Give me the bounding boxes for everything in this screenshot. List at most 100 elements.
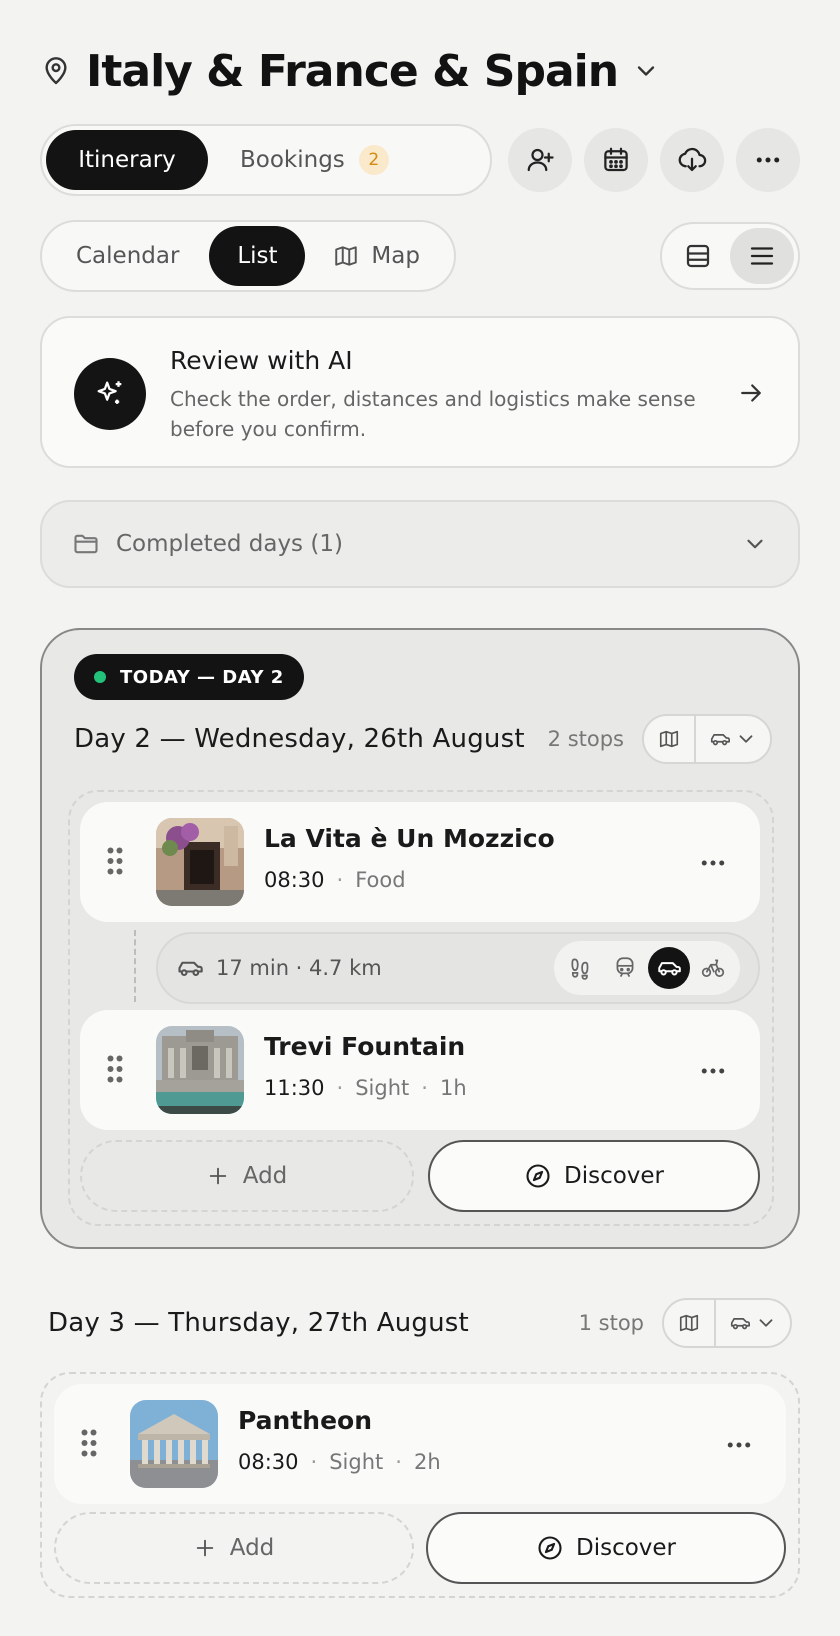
card-view-icon — [683, 241, 713, 271]
today-day-card: TODAY — DAY 2 Day 2 — Wednesday, 26th Au… — [40, 628, 800, 1249]
stop-duration: 2h — [413, 1450, 441, 1474]
plus-icon — [194, 1537, 230, 1559]
tab-list-label: List — [237, 243, 278, 269]
chevron-down-icon — [735, 728, 757, 750]
travel-mode-dropdown[interactable] — [696, 716, 770, 762]
calendar-button[interactable] — [584, 128, 648, 192]
stop-photo — [156, 818, 244, 906]
stop-category: Sight — [355, 1076, 410, 1100]
completed-days-toggle[interactable]: Completed days (1) — [40, 500, 800, 588]
download-button[interactable] — [660, 128, 724, 192]
density-toggle — [660, 222, 800, 290]
main-tabs: Itinerary Bookings 2 — [40, 124, 492, 196]
car-icon — [709, 728, 731, 750]
stop-name: La Vita è Un Mozzico — [264, 824, 555, 853]
tab-itinerary-label: Itinerary — [78, 147, 176, 173]
transit-mode-button[interactable] — [604, 947, 646, 989]
car-mode-button[interactable] — [648, 947, 690, 989]
discover-label: Discover — [575, 1535, 677, 1561]
map-icon — [678, 1312, 700, 1334]
tab-map-label: Map — [371, 243, 420, 269]
add-collaborator-button[interactable] — [508, 128, 572, 192]
calendar-icon — [601, 145, 631, 175]
stops-count: 1 stop — [578, 1311, 644, 1335]
add-person-icon — [525, 145, 555, 175]
drag-handle-icon[interactable] — [106, 846, 124, 876]
day-controls — [662, 1298, 792, 1348]
map-icon — [333, 243, 359, 269]
discover-button[interactable]: Discover — [428, 1140, 760, 1212]
compact-list-icon — [747, 241, 777, 271]
more-icon — [753, 145, 783, 175]
bike-mode-button[interactable] — [692, 947, 734, 989]
travel-mode-dropdown[interactable] — [716, 1300, 790, 1346]
drag-handle-icon[interactable] — [106, 1054, 124, 1084]
today-badge: TODAY — DAY 2 — [74, 654, 304, 700]
discover-button[interactable]: Discover — [426, 1512, 786, 1584]
tab-itinerary[interactable]: Itinerary — [46, 130, 208, 190]
compass-icon — [524, 1162, 564, 1190]
today-status-dot — [94, 671, 106, 683]
arrow-right-icon — [736, 378, 766, 408]
day-map-button[interactable] — [664, 1300, 716, 1346]
sparkle-icon — [74, 358, 146, 430]
stop-card[interactable]: La Vita è Un Mozzico 08:30 · Food — [80, 802, 760, 922]
discover-label: Discover — [563, 1163, 665, 1189]
add-stop-label: Add — [242, 1163, 288, 1189]
train-icon — [612, 955, 638, 981]
day-controls — [642, 714, 772, 764]
drag-handle-icon[interactable] — [80, 1428, 98, 1458]
chevron-down-icon — [742, 531, 768, 557]
stop-category: Sight — [329, 1450, 384, 1474]
stop-time: 11:30 — [264, 1076, 325, 1100]
location-pin-icon — [40, 55, 72, 87]
day-map-button[interactable] — [644, 716, 696, 762]
stop-card[interactable]: Trevi Fountain 11:30 · Sight · 1h — [80, 1010, 760, 1130]
walk-mode-button[interactable] — [560, 947, 602, 989]
stop-name: Pantheon — [238, 1406, 372, 1435]
day-header: Day 3 — Thursday, 27th August 1 stop — [48, 1296, 792, 1350]
car-icon — [729, 1312, 751, 1334]
tab-list[interactable]: List — [209, 226, 306, 286]
travel-segment[interactable]: 17 min · 4.7 km — [156, 932, 760, 1004]
add-stop-button[interactable]: Add — [80, 1140, 414, 1212]
more-options-button[interactable] — [736, 128, 800, 192]
compass-icon — [536, 1534, 576, 1562]
day-header: Day 2 — Wednesday, 26th August 2 stops — [74, 712, 772, 766]
meta-separator: · — [421, 1076, 428, 1100]
tab-bookings-label: Bookings — [240, 147, 345, 173]
travel-mode-picker — [554, 941, 740, 995]
review-ai-card[interactable]: Review with AI Check the order, distance… — [40, 316, 800, 468]
plus-icon — [207, 1165, 243, 1187]
tab-map[interactable]: Map — [305, 226, 448, 286]
download-cloud-icon — [677, 145, 707, 175]
add-stop-button[interactable]: Add — [54, 1512, 414, 1584]
meta-separator: · — [395, 1450, 402, 1474]
meta-separator: · — [336, 868, 344, 892]
footprints-icon — [568, 955, 594, 981]
more-icon[interactable] — [698, 1056, 728, 1082]
stop-photo — [130, 1400, 218, 1488]
stop-card[interactable]: Pantheon 08:30 · Sight · 2h — [54, 1384, 786, 1504]
add-stop-label: Add — [229, 1535, 275, 1561]
car-icon — [176, 954, 204, 982]
more-icon[interactable] — [724, 1430, 754, 1456]
more-icon[interactable] — [698, 848, 728, 874]
folder-icon — [72, 530, 100, 558]
meta-separator: · — [336, 1076, 344, 1100]
day-title: Day 2 — Wednesday, 26th August — [74, 724, 525, 754]
stop-photo — [156, 1026, 244, 1114]
compact-list-button[interactable] — [730, 228, 794, 284]
trip-title-row[interactable]: Italy & France & Spain — [40, 40, 660, 102]
stop-duration: 1h — [439, 1076, 467, 1100]
stop-meta: 11:30 · Sight · 1h — [264, 1076, 467, 1100]
day-title: Day 3 — Thursday, 27th August — [48, 1308, 469, 1338]
stop-meta: 08:30 · Food — [264, 868, 406, 892]
completed-days-label: Completed days (1) — [116, 531, 343, 557]
chevron-down-icon[interactable] — [632, 57, 660, 85]
tab-calendar[interactable]: Calendar — [46, 226, 209, 286]
stop-meta: 08:30 · Sight · 2h — [238, 1450, 441, 1474]
card-view-button[interactable] — [666, 228, 730, 284]
meta-separator: · — [310, 1450, 318, 1474]
tab-bookings[interactable]: Bookings 2 — [208, 130, 417, 190]
